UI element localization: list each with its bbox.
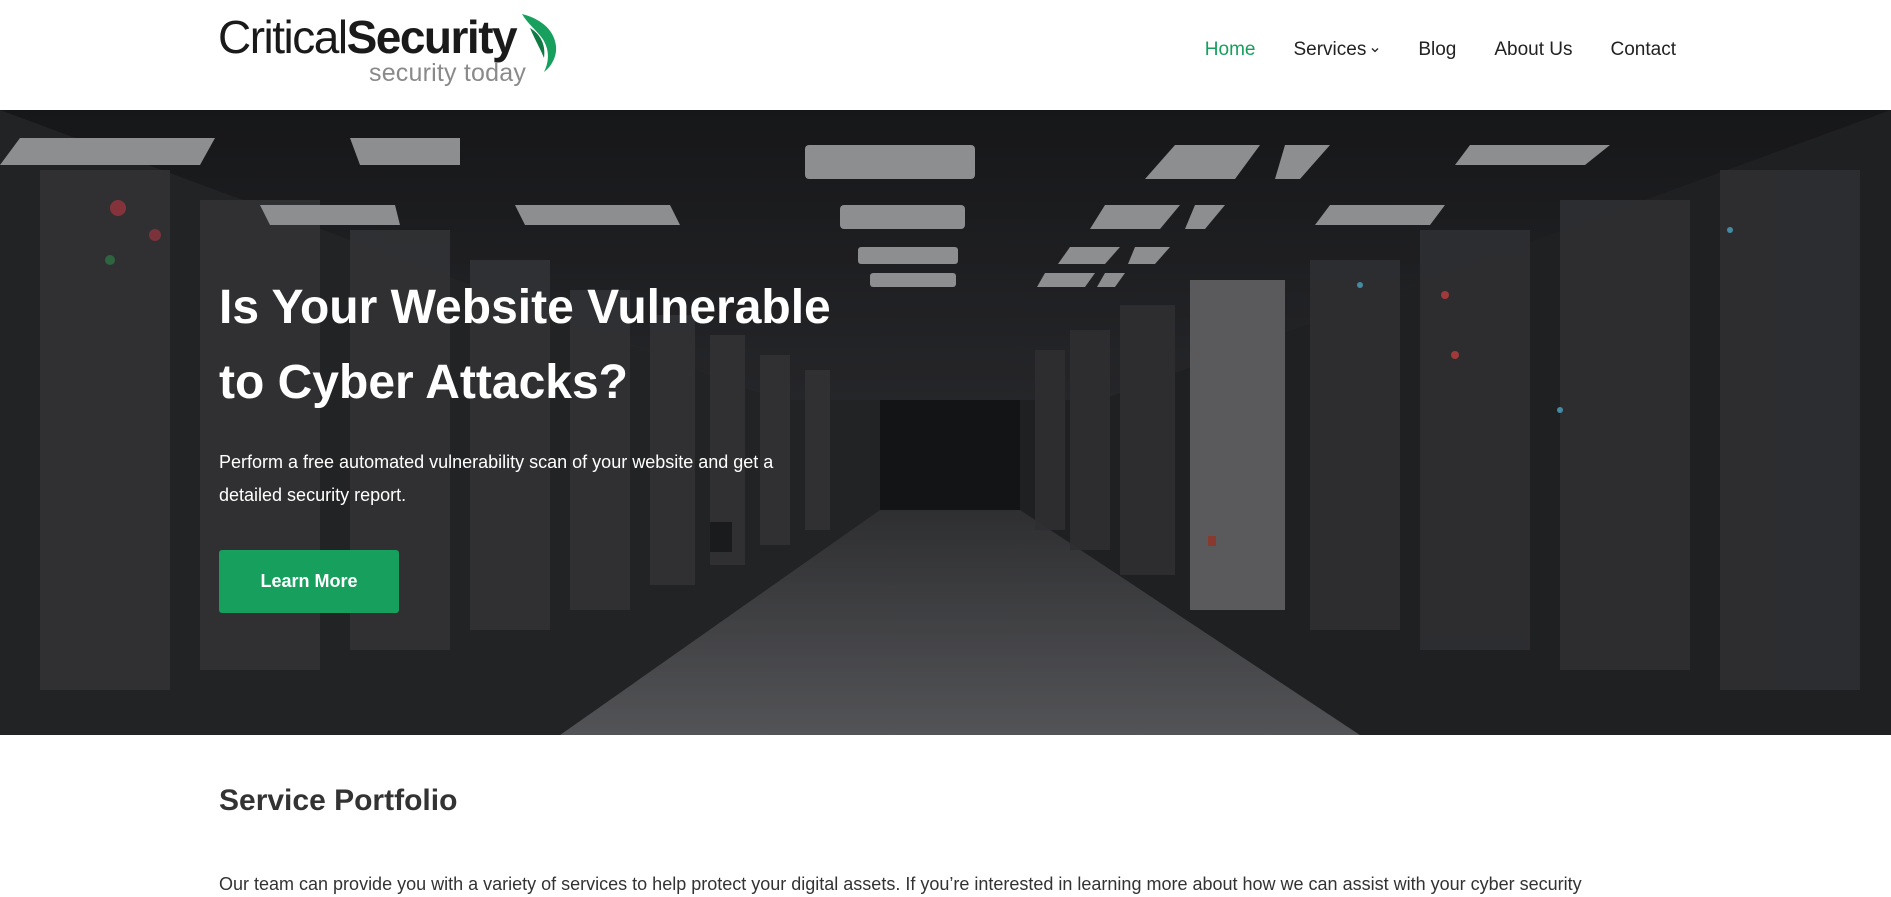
nav-about-label: About Us [1494, 39, 1573, 60]
hero-description: Perform a free automated vulnerability s… [219, 452, 774, 505]
nav-home-label: Home [1204, 39, 1256, 60]
logo-tagline: security today [369, 59, 527, 87]
logo-word-security: Security [346, 11, 518, 63]
hero-overlay [0, 110, 1891, 735]
nav-item-home[interactable]: Home [1205, 36, 1256, 64]
section-title: Service Portfolio [219, 784, 458, 817]
learn-more-button[interactable]: Learn More [219, 550, 399, 613]
section-intro-text: Our team can provide you with a variety … [219, 874, 1582, 894]
nav-item-about-us[interactable]: About Us [1494, 36, 1572, 64]
nav-item-blog[interactable]: Blog [1418, 36, 1456, 64]
site-logo[interactable]: CriticalSecurity security today [218, 12, 558, 88]
hero-title: Is Your Website Vulnerable to Cyber Atta… [219, 281, 831, 409]
site-header: CriticalSecurity security today Home Ser… [0, 0, 1891, 110]
main-nav: Home Services Blog About Us Contact [1205, 36, 1676, 64]
nav-item-contact[interactable]: Contact [1611, 36, 1676, 64]
nav-blog-label: Blog [1418, 39, 1457, 60]
nav-item-services[interactable]: Services [1293, 36, 1380, 64]
nav-services-label: Services [1293, 39, 1367, 60]
logo-wordmark: CriticalSecurity [218, 11, 518, 63]
nav-contact-label: Contact [1610, 39, 1676, 60]
hero-banner: Is Your Website Vulnerable to Cyber Atta… [0, 110, 1891, 735]
chevron-down-icon [1371, 48, 1379, 53]
logo-word-critical: Critical [218, 11, 348, 63]
learn-more-label: Learn More [260, 571, 358, 591]
